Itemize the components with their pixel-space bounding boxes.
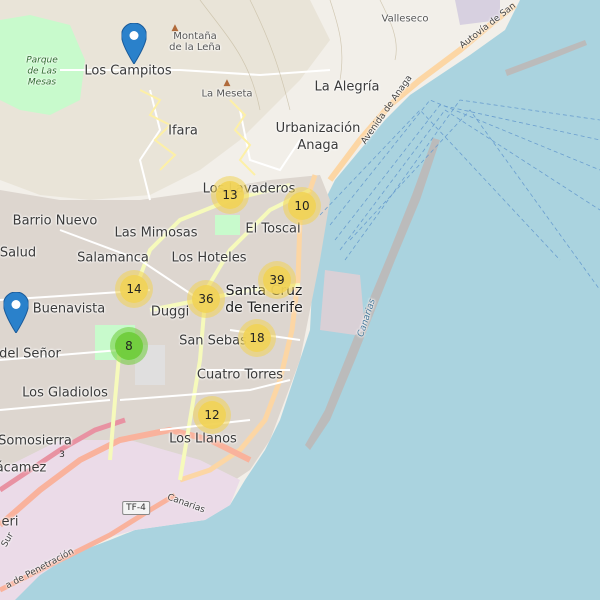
cluster-marker[interactable]: 39 bbox=[258, 261, 296, 299]
place-label-los-gladiolos: Los Gladiolos bbox=[22, 385, 108, 401]
cluster-count: 8 bbox=[115, 332, 143, 360]
map-view[interactable]: Valleseco Los Campitos Montaña de la Leñ… bbox=[0, 0, 600, 600]
place-label-la-alegria: La Alegría bbox=[314, 79, 380, 95]
place-label-urbanizacion-anaga: Urbanización Anaga bbox=[275, 121, 361, 153]
place-label-el-toscal: El Toscal bbox=[245, 221, 301, 237]
place-label-valleseco: Valleseco bbox=[381, 13, 429, 25]
place-label-la-meseta: La Meseta bbox=[201, 88, 253, 100]
place-label-somosierra: Somosierra bbox=[0, 433, 72, 449]
cluster-count: 39 bbox=[263, 266, 291, 294]
place-label-cuatro-torres: Cuatro Torres bbox=[196, 367, 284, 383]
place-label-los-llanos: Los Llanos bbox=[169, 431, 237, 447]
place-label-salud: Salud bbox=[0, 245, 37, 261]
cluster-marker[interactable]: 10 bbox=[283, 187, 321, 225]
cluster-count: 14 bbox=[120, 275, 148, 303]
place-label-camez: ácamez bbox=[0, 460, 47, 476]
place-label-montana-de-la-lena: Montaña de la Leña bbox=[169, 31, 221, 53]
place-label-san-sebastian: San Sebas bbox=[179, 333, 247, 349]
cluster-marker[interactable]: 12 bbox=[193, 396, 231, 434]
place-label-duggi: Duggi bbox=[150, 304, 190, 320]
place-label-salamanca: Salamanca bbox=[77, 250, 149, 266]
cluster-marker[interactable]: 18 bbox=[238, 319, 276, 357]
place-label-barrio-nuevo: Barrio Nuevo bbox=[12, 213, 98, 229]
place-label-eri: eri bbox=[1, 514, 19, 530]
cluster-count: 10 bbox=[288, 192, 316, 220]
map-pin-marker-buenavista[interactable] bbox=[2, 291, 30, 337]
place-label-ifara: Ifara bbox=[168, 123, 198, 139]
cluster-marker[interactable]: 13 bbox=[211, 176, 249, 214]
cluster-count: 36 bbox=[192, 285, 220, 313]
park-label-parque-de-las-mesas: Parque de Las Mesas bbox=[26, 55, 58, 88]
road-shield-tf4: TF-4 bbox=[122, 501, 150, 515]
map-pin-marker-los-campitos[interactable] bbox=[120, 22, 148, 68]
cluster-marker[interactable]: 14 bbox=[115, 270, 153, 308]
cluster-count: 13 bbox=[216, 181, 244, 209]
map-pin-icon bbox=[2, 291, 30, 334]
cluster-marker[interactable]: 36 bbox=[187, 280, 225, 318]
road-shield-3: 3 bbox=[59, 450, 65, 460]
cluster-count: 12 bbox=[198, 401, 226, 429]
peak-icon: ▲ bbox=[171, 23, 179, 33]
cluster-marker[interactable]: 8 bbox=[110, 327, 148, 365]
place-label-las-mimosas: Las Mimosas bbox=[114, 225, 198, 241]
peak-icon: ▲ bbox=[223, 78, 231, 88]
map-pin-icon bbox=[120, 22, 148, 65]
cluster-count: 18 bbox=[243, 324, 271, 352]
place-label-buenavista: Buenavista bbox=[32, 301, 106, 317]
place-label-los-hoteles: Los Hoteles bbox=[171, 250, 247, 266]
place-label-del-senor: del Señor bbox=[0, 346, 61, 362]
